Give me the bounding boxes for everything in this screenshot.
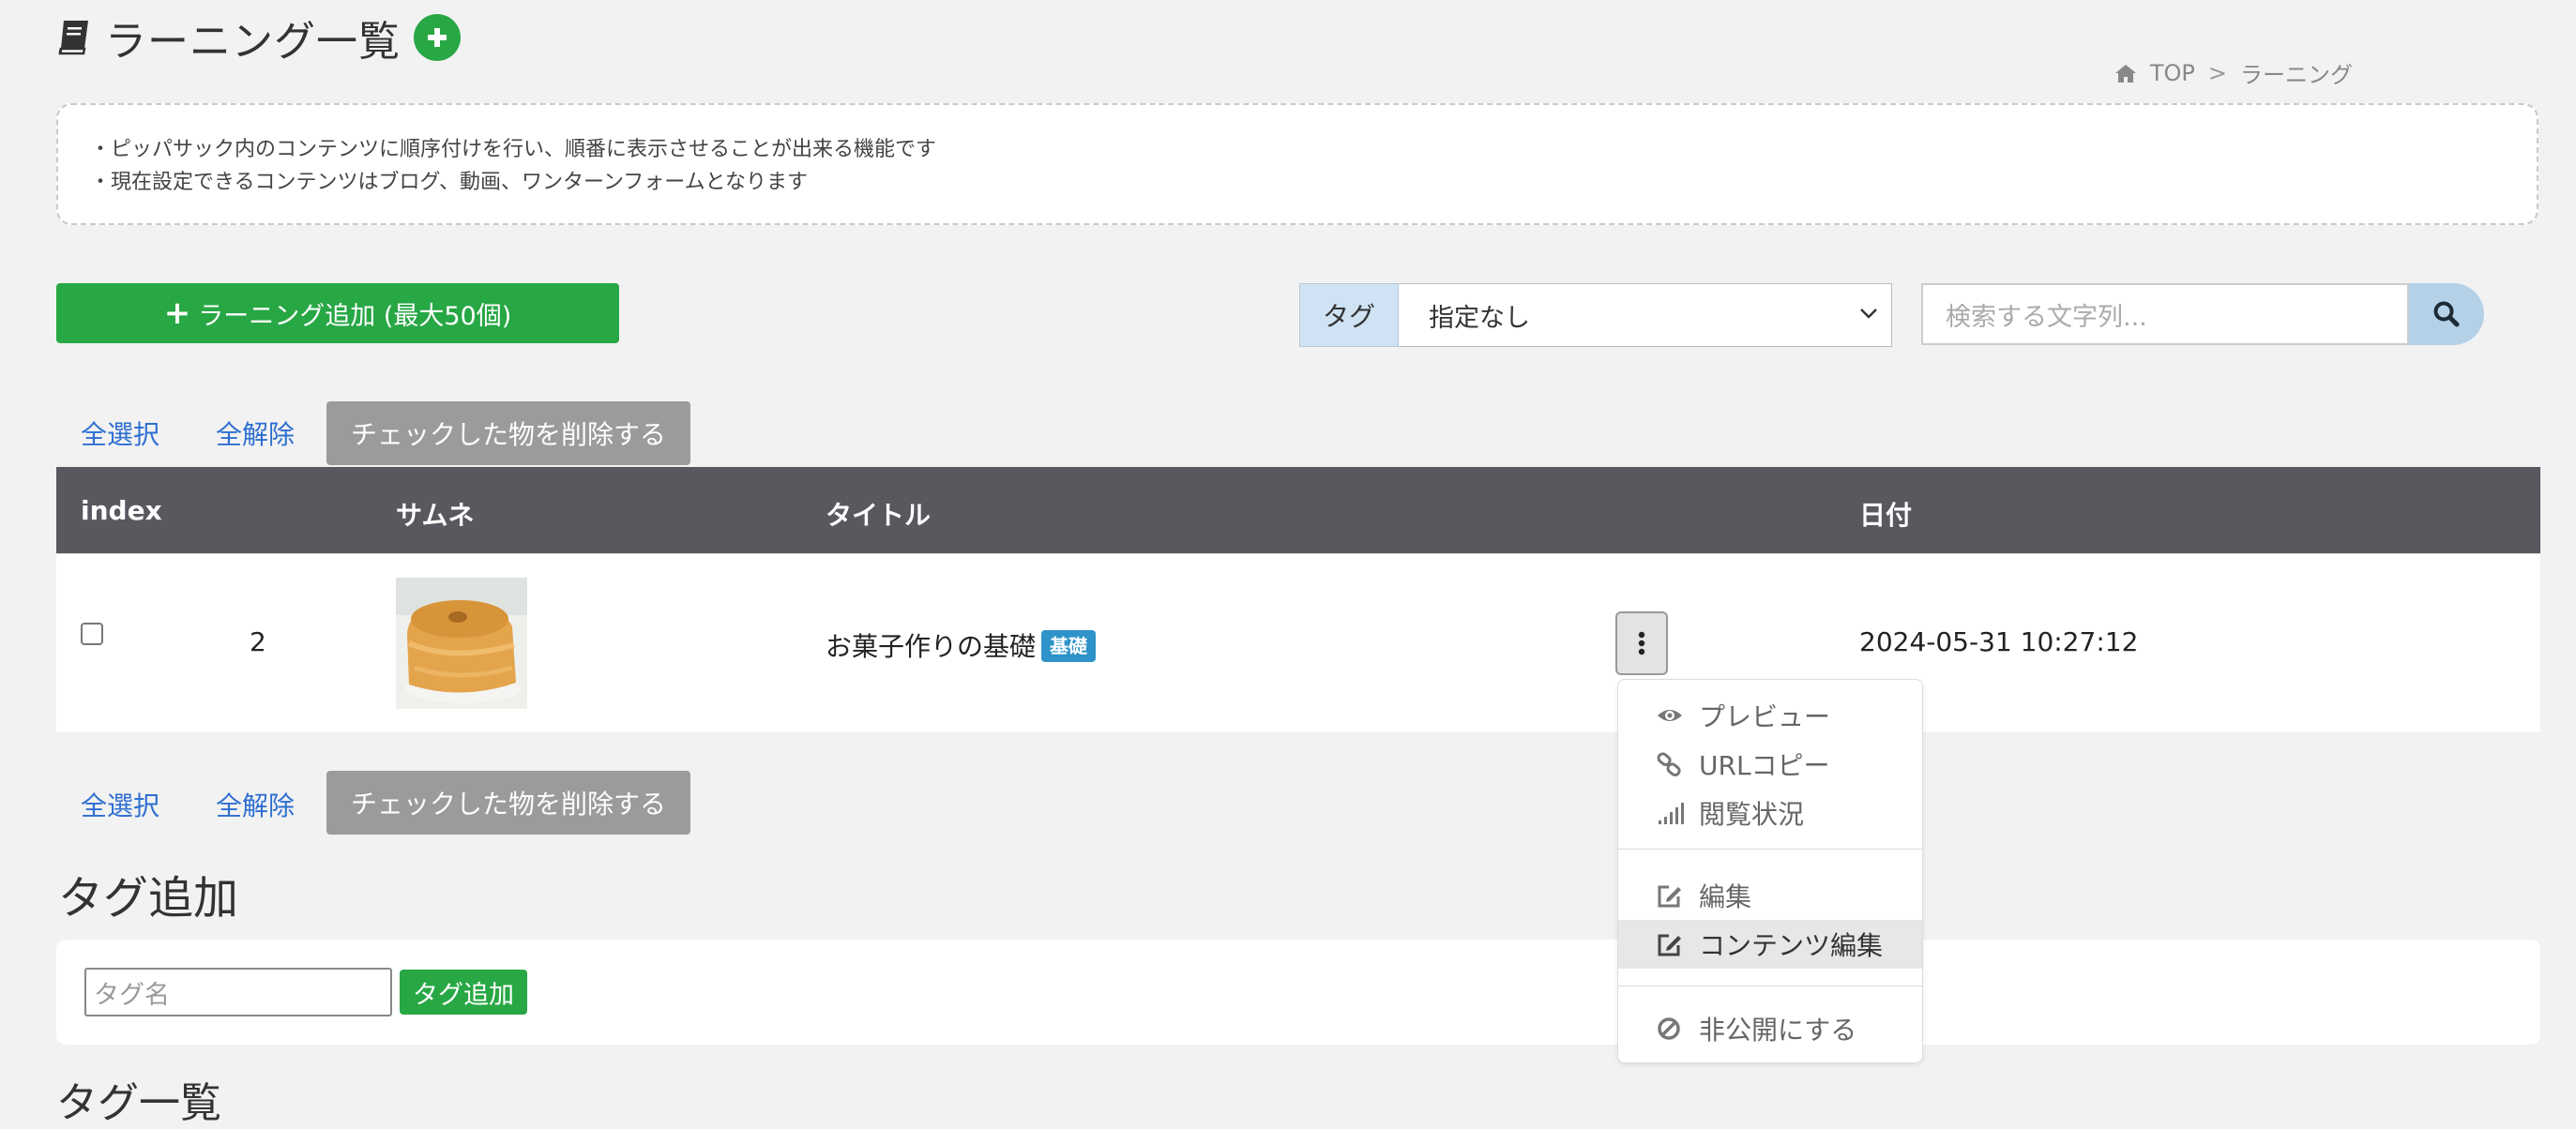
add-learning-icon-button[interactable]: [414, 14, 461, 61]
tag-filter: タグ 指定なし: [1299, 283, 1892, 347]
tag-add-button[interactable]: タグ追加: [400, 970, 527, 1015]
menu-item-label: 非公開にする: [1699, 1015, 1857, 1046]
add-learning-button[interactable]: + ラーニング追加 (最大50個): [56, 283, 619, 343]
row-thumbnail: [396, 578, 527, 709]
plus-icon: +: [163, 294, 191, 332]
page-header: ラーニング一覧: [56, 8, 461, 68]
menu-item-label: 編集: [1699, 881, 1752, 912]
breadcrumb: TOP > ラーニング: [2114, 56, 2353, 89]
menu-item-label: URLコピー: [1699, 750, 1830, 781]
add-learning-label: ラーニング追加 (最大50個): [198, 301, 512, 331]
tag-name-input[interactable]: タグ名: [84, 968, 392, 1016]
menu-item-unpublish[interactable]: 非公開にする: [1618, 1004, 1922, 1053]
breadcrumb-current: ラーニング: [2240, 62, 2353, 88]
table-header: index サムネ タイトル 日付: [56, 467, 2540, 553]
tag-add-section-title: タグ追加: [58, 872, 239, 925]
search-icon: [2433, 301, 2460, 327]
column-header-title: タイトル: [826, 500, 932, 531]
menu-item-view-status[interactable]: 閲覧状況: [1618, 789, 1922, 837]
delete-checked-button[interactable]: チェックした物を削除する: [326, 771, 690, 835]
ellipsis-vertical-icon: [1638, 631, 1645, 655]
search-input[interactable]: 検索する文字列...: [1921, 283, 2409, 345]
home-icon[interactable]: [2114, 63, 2137, 83]
ban-icon: [1658, 1017, 1680, 1040]
row-title[interactable]: お菓子作りの基礎: [826, 631, 1036, 662]
menu-item-edit[interactable]: 編集: [1618, 871, 1922, 920]
description-line: ・ピッパサック内のコンテンツに順序付けを行い、順番に表示させることが出来る機能で…: [90, 138, 937, 161]
menu-item-label: コンテンツ編集: [1699, 930, 1884, 961]
select-all-link[interactable]: 全選択: [81, 414, 159, 452]
menu-item-copy-url[interactable]: URLコピー: [1618, 740, 1922, 789]
signal-icon: [1659, 803, 1684, 824]
row-actions-button[interactable]: [1615, 611, 1668, 675]
menu-item-label: プレビュー: [1699, 701, 1831, 732]
column-header-thumbnail: サムネ: [396, 500, 475, 531]
description-line: ・現在設定できるコンテンツはブログ、動画、ワンターンフォームとなります: [90, 171, 808, 194]
row-checkbox[interactable]: [81, 623, 103, 645]
edit-icon: [1658, 934, 1681, 956]
menu-item-edit-content[interactable]: コンテンツ編集: [1618, 920, 1922, 969]
menu-divider: [1618, 849, 1922, 850]
tag-list-section-title: タグ一覧: [56, 1079, 221, 1127]
row-title-cell: お菓子作りの基礎 基礎: [826, 626, 1097, 664]
deselect-all-link[interactable]: 全解除: [216, 786, 295, 823]
plus-circle-icon: [428, 28, 447, 47]
description-box: ・ピッパサック内のコンテンツに順序付けを行い、順番に表示させることが出来る機能で…: [56, 103, 2538, 225]
edit-icon: [1658, 885, 1681, 908]
row-index: 2: [250, 626, 266, 657]
row-date: 2024-05-31 10:27:12: [1859, 626, 2139, 657]
delete-checked-label: チェックした物を削除する: [350, 789, 666, 820]
row-actions-menu: プレビュー URLコピー 閲覧状況 編集 コンテンツ編集 非公開にする: [1617, 679, 1923, 1063]
menu-item-label: 閲覧状況: [1699, 799, 1805, 830]
tag-filter-label: タグ: [1299, 283, 1399, 347]
delete-checked-label: チェックした物を削除する: [350, 419, 666, 450]
tag-filter-select[interactable]: 指定なし: [1399, 283, 1892, 347]
search-button[interactable]: [2409, 283, 2484, 345]
column-header-date: 日付: [1859, 500, 1913, 531]
menu-item-preview[interactable]: プレビュー: [1618, 691, 1922, 740]
tag-badge: 基礎: [1041, 630, 1097, 662]
delete-checked-button[interactable]: チェックした物を削除する: [326, 401, 690, 465]
breadcrumb-separator: >: [2207, 59, 2227, 86]
page-title: ラーニング一覧: [105, 18, 401, 66]
search-group: 検索する文字列...: [1921, 283, 2484, 345]
book-icon: [58, 21, 88, 55]
deselect-all-link[interactable]: 全解除: [216, 414, 295, 452]
link-icon: [1657, 752, 1681, 776]
select-all-link[interactable]: 全選択: [81, 786, 159, 823]
tag-filter-value: 指定なし: [1429, 303, 1530, 333]
column-header-index: index: [81, 495, 162, 526]
eye-icon: [1658, 710, 1682, 721]
chevron-down-icon: [1860, 309, 1877, 319]
breadcrumb-top-link[interactable]: TOP: [2150, 60, 2195, 86]
